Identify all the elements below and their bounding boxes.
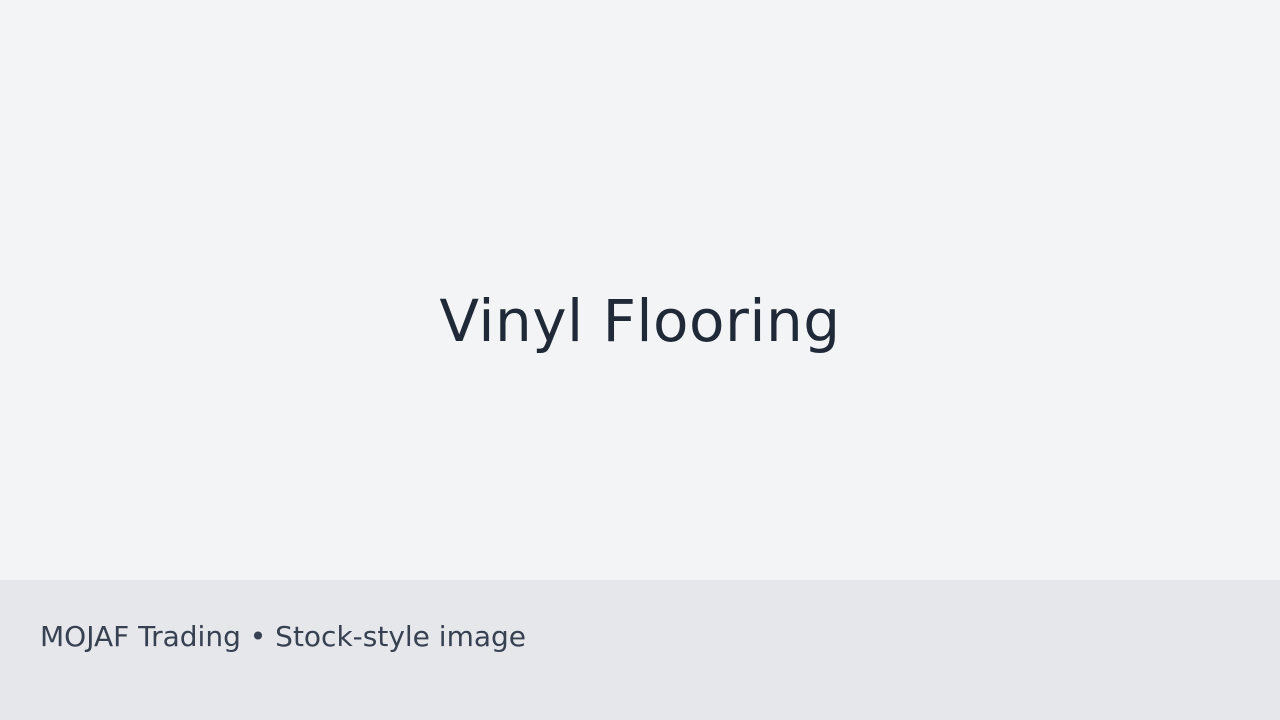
placeholder-image: Vinyl Flooring MOJAF Trading • Stock-sty… (0, 0, 1280, 720)
image-area: Vinyl Flooring (0, 0, 1280, 580)
image-title: Vinyl Flooring (439, 287, 841, 355)
caption-text: MOJAF Trading • Stock-style image (40, 620, 527, 653)
